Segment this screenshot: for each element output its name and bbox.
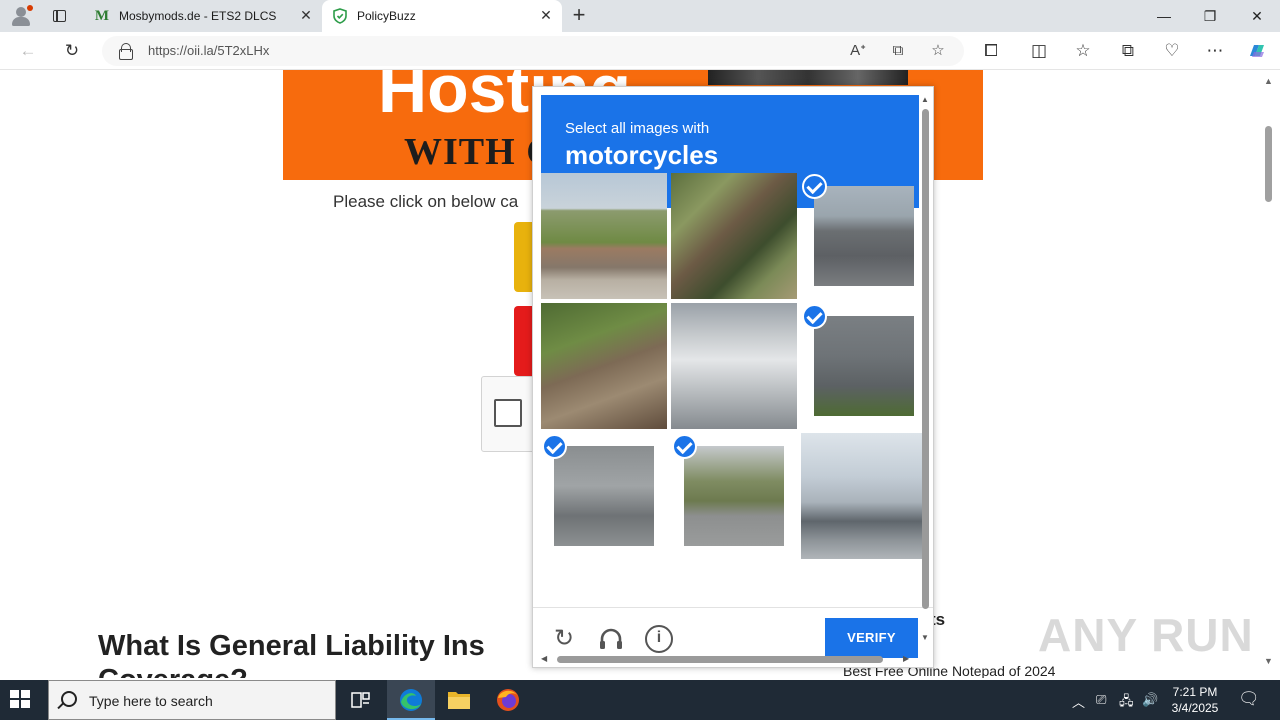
browser-essentials-icon[interactable]: ♡	[1161, 40, 1183, 62]
instruction-text: Please click on below ca	[333, 192, 519, 211]
file-explorer-icon[interactable]	[435, 680, 483, 720]
favorite-star-icon[interactable]: ☆	[928, 41, 948, 61]
back-icon[interactable]: ←	[17, 40, 39, 62]
lock-icon[interactable]	[118, 43, 133, 60]
search-placeholder[interactable]: Type here to search	[89, 693, 213, 709]
verify-button[interactable]: VERIFY	[825, 618, 918, 658]
tab-policybuzz[interactable]: PolicyBuzz ✕	[322, 0, 562, 32]
tile-image	[671, 173, 797, 299]
url-text[interactable]: https://oii.la/5T2xLHx	[148, 43, 269, 58]
banner-image	[708, 70, 908, 85]
tab-mosbymods[interactable]: M Mosbymods.de - ETS2 DLCS ✕	[84, 0, 322, 32]
more-menu-icon[interactable]: ⋯	[1204, 40, 1226, 62]
tab-title: PolicyBuzz	[357, 9, 416, 23]
system-clock[interactable]: 7:21 PM 3/4/2025	[1160, 684, 1230, 716]
tile-image	[814, 186, 914, 286]
windows-start-icon[interactable]	[10, 690, 32, 710]
audio-challenge-icon[interactable]	[597, 625, 625, 653]
captcha-tile-motorcycle-red[interactable]	[541, 433, 667, 559]
tile-image	[684, 446, 784, 546]
captcha-tile-building-sky[interactable]	[801, 433, 927, 559]
captcha-tile-bus-street[interactable]	[671, 303, 797, 429]
tab-actions-icon[interactable]	[50, 7, 70, 25]
taskbar-search[interactable]: Type here to search	[48, 680, 336, 720]
article-heading[interactable]: What Is General Liability Ins	[98, 630, 485, 663]
minimize-icon[interactable]: —	[1141, 4, 1187, 28]
challenge-prompt: Select all images with	[565, 120, 710, 137]
search-icon	[61, 691, 77, 707]
firefox-icon[interactable]	[484, 680, 532, 720]
checkmark-icon	[672, 434, 697, 459]
info-icon[interactable]: i	[645, 625, 673, 653]
restore-icon[interactable]: ❐	[1187, 4, 1233, 28]
refresh-icon[interactable]: ↻	[61, 40, 83, 62]
refresh-challenge-icon[interactable]: ↻	[550, 625, 578, 653]
close-window-icon[interactable]: ✕	[1234, 4, 1280, 28]
copilot-icon[interactable]	[1246, 40, 1268, 62]
tile-image	[671, 303, 797, 429]
task-view-icon[interactable]	[336, 680, 384, 720]
scroll-up-icon[interactable]: ▲	[1264, 76, 1273, 86]
split-screen-icon[interactable]: ◫	[1028, 40, 1050, 62]
read-aloud-icon[interactable]: A͏ᐩ	[848, 41, 868, 61]
immersive-reader-icon[interactable]: ⧉	[888, 41, 908, 61]
captcha-tile-motorcycle-rider[interactable]	[801, 303, 927, 429]
captcha-checkbox[interactable]	[494, 399, 522, 427]
address-bar[interactable]: https://oii.la/5T2xLHx A͏ᐩ ⧉ ☆	[102, 36, 964, 66]
clock-date: 3/4/2025	[1171, 701, 1219, 715]
edge-taskbar-icon[interactable]	[387, 680, 435, 720]
tab-title: Mosbymods.de - ETS2 DLCS	[119, 9, 277, 23]
article-heading-cont[interactable]: Coverage?	[98, 664, 248, 678]
challenge-vertical-scrollbar[interactable]: ▲ ▼	[919, 95, 931, 645]
captcha-tile-rural-road[interactable]	[541, 173, 667, 299]
captcha-challenge: Select all images with motorcycles ↻ i V…	[532, 86, 934, 668]
clock-time: 7:21 PM	[1172, 685, 1218, 699]
favorites-icon[interactable]: ☆	[1072, 40, 1094, 62]
checkmark-icon	[802, 304, 827, 329]
tile-image	[554, 446, 654, 546]
tile-image	[814, 316, 914, 416]
checkmark-icon	[542, 434, 567, 459]
tile-image	[801, 433, 927, 559]
watermark-logo: ANY RUN	[1038, 609, 1254, 661]
shield-icon	[332, 8, 348, 24]
browser-titlebar: M Mosbymods.de - ETS2 DLCS ✕ PolicyBuzz …	[0, 0, 1280, 32]
show-hidden-icons[interactable]: ︿	[1072, 692, 1085, 711]
browser-toolbar: ← ↻ https://oii.la/5T2xLHx A͏ᐩ ⧉ ☆ ⧠ ◫ ☆…	[0, 32, 1280, 70]
notification-icon[interactable]: 🗨	[1238, 689, 1260, 709]
mosbymods-favicon-icon: M	[94, 8, 110, 24]
tile-image	[541, 303, 667, 429]
captcha-tile-motorcycle-street[interactable]	[671, 433, 797, 559]
extensions-icon[interactable]: ⧠	[980, 40, 1002, 62]
new-tab-icon[interactable]: +	[568, 4, 590, 26]
volume-icon[interactable]: 🔊	[1142, 692, 1158, 708]
captcha-tile-iron-fence[interactable]	[541, 303, 667, 429]
collections-icon[interactable]: ⧉	[1117, 40, 1139, 62]
close-tab-icon[interactable]: ✕	[538, 7, 554, 23]
network-icon[interactable]: 🖧	[1119, 692, 1134, 714]
challenge-horizontal-scrollbar[interactable]: ◀ ▶	[537, 653, 917, 665]
captcha-tile-motorcycles-highway[interactable]	[801, 173, 927, 299]
scrollbar-thumb[interactable]	[1265, 126, 1272, 202]
windows-taskbar: Type here to search ︿ ⎚ 🖧 🔊 7:21 PM 3/4/…	[0, 680, 1280, 720]
captcha-tile-tree-park[interactable]	[671, 173, 797, 299]
network-device-icon[interactable]: ⎚	[1096, 692, 1106, 708]
scroll-down-icon[interactable]: ▼	[1264, 656, 1273, 666]
challenge-target: motorcycles	[565, 140, 719, 170]
page-scrollbar[interactable]: ▲ ▼	[1262, 70, 1280, 678]
checkmark-icon	[802, 174, 827, 199]
close-tab-icon[interactable]: ✕	[298, 7, 314, 23]
profile-icon[interactable]	[8, 4, 34, 28]
tile-image	[541, 173, 667, 299]
